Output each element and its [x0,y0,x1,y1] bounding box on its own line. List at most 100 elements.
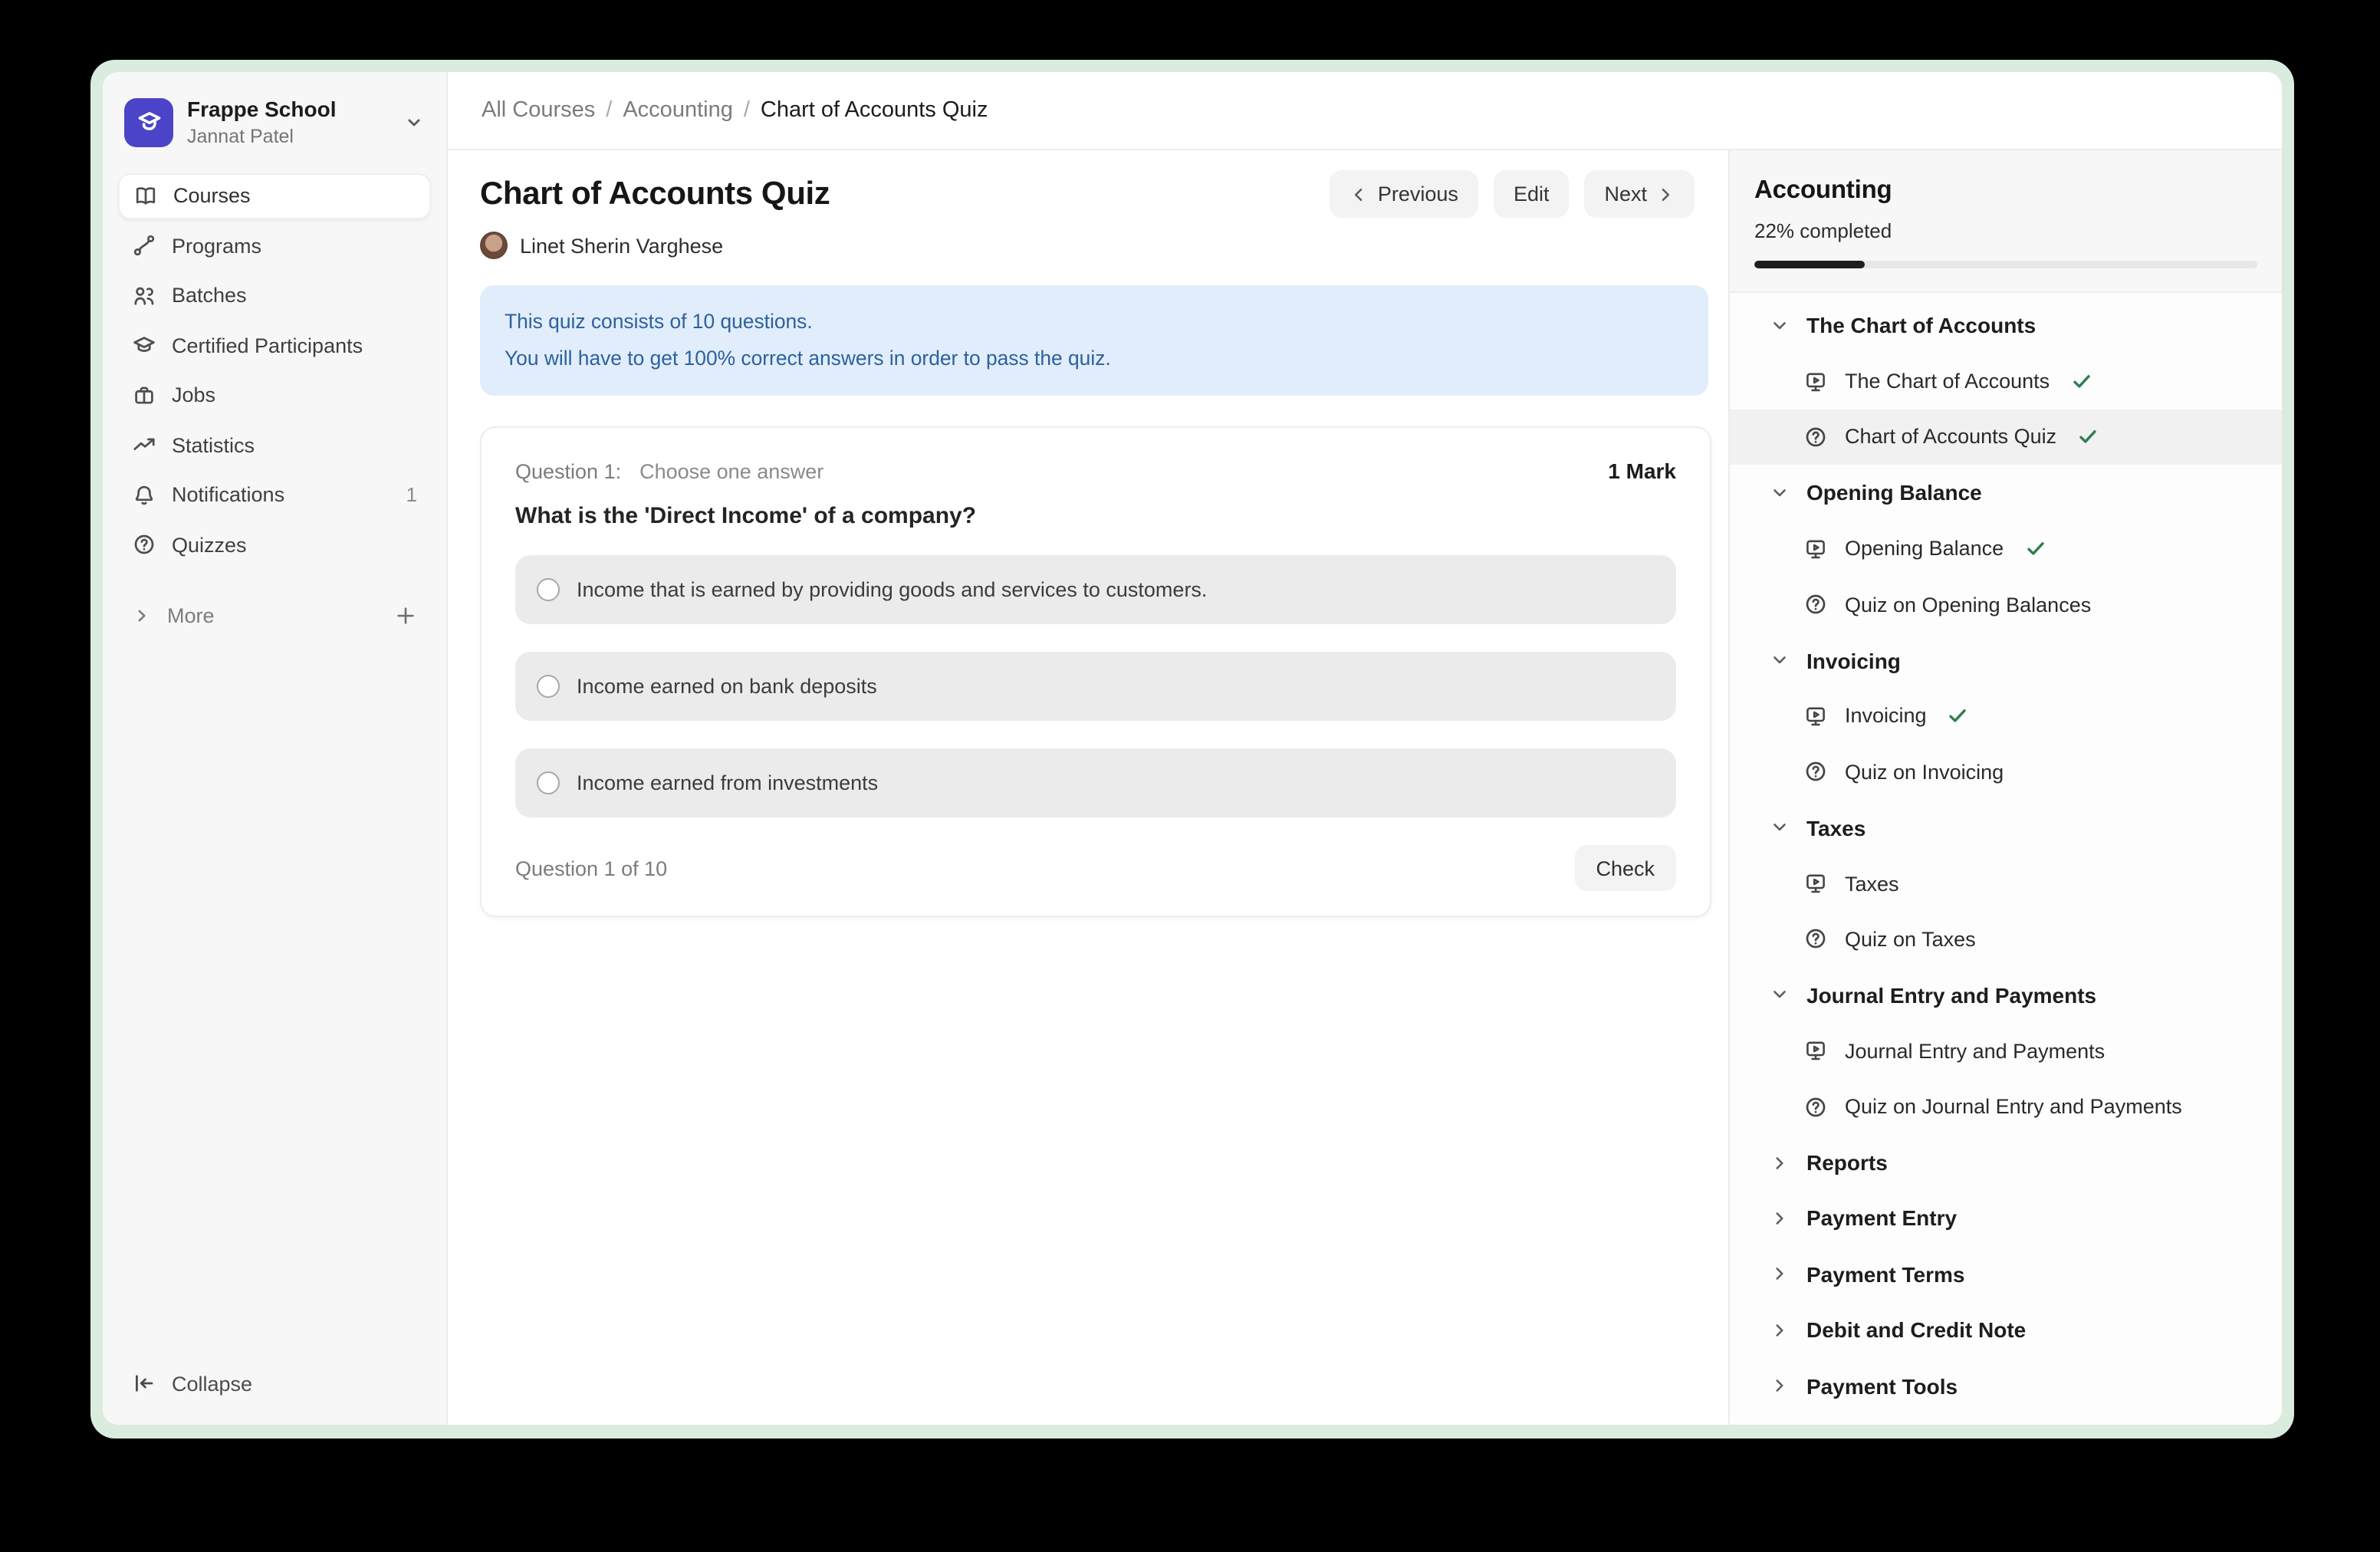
radio-icon[interactable] [537,771,560,794]
author-avatar [480,232,508,259]
quiz-icon [1803,425,1828,449]
outline-section-journal-entry-and-payments[interactable]: Journal Entry and Payments [1730,967,2282,1023]
question-number-label: Question 1: [515,460,621,483]
chevron-right-icon [1770,1320,1790,1340]
notification-count-badge: 1 [406,484,417,507]
breadcrumb-accounting[interactable]: Accounting [623,98,733,123]
radio-icon[interactable] [537,675,560,698]
edit-button[interactable]: Edit [1494,170,1570,218]
chevron-right-icon [1770,1264,1790,1284]
quiz-actions: Previous Edit Next [1330,170,1695,218]
outline-item-quiz-on-opening-balances[interactable]: Quiz on Opening Balances [1730,577,2282,633]
course-panel-header: Accounting 22% completed [1730,150,2282,293]
app-window: Frappe School Jannat Patel Courses Progra… [103,72,2282,1425]
sidebar-item-more[interactable]: More [118,594,431,640]
chevron-right-icon [1770,1376,1790,1396]
chevron-down-icon[interactable] [403,112,425,133]
course-title: Accounting [1754,176,2257,206]
quiz-icon [1803,1094,1828,1119]
sidebar-item-label: Batches [172,284,247,307]
users-icon [132,284,156,308]
bell-icon [132,483,156,508]
collapse-sidebar-icon [132,1371,156,1396]
chevron-right-icon [1770,1208,1790,1228]
school-name: Frappe School [187,97,336,121]
page-title: Chart of Accounts Quiz [480,176,830,212]
outline-section-debit-and-credit-note[interactable]: Debit and Credit Note [1730,1302,2282,1358]
sidebar-item-notifications[interactable]: Notifications1 [118,472,431,518]
radio-icon[interactable] [537,578,560,601]
sidebar-item-programs[interactable]: Programs [118,223,431,269]
outline-section-label: Payment Entry [1806,1206,1957,1231]
course-progress-fill [1754,261,1865,268]
outline-item-quiz-on-taxes[interactable]: Quiz on Taxes [1730,912,2282,968]
previous-button[interactable]: Previous [1330,170,1478,218]
sidebar-item-jobs[interactable]: Jobs [118,373,431,419]
sidebar-item-quizzes[interactable]: Quizzes [118,522,431,568]
outline-item-taxes[interactable]: Taxes [1730,856,2282,912]
chevron-down-icon [1770,985,1790,1005]
sidebar-item-batches[interactable]: Batches [118,273,431,319]
outline-section-payment-terms[interactable]: Payment Terms [1730,1246,2282,1302]
outline-section-payment-tools[interactable]: Payment Tools [1730,1358,2282,1414]
app-window-frame: Frappe School Jannat Patel Courses Progra… [90,60,2294,1439]
outline-item-the-chart-of-accounts[interactable]: The Chart of Accounts [1730,353,2282,409]
quiz-info-banner: This quiz consists of 10 questions. You … [480,285,1708,396]
lesson-icon [1803,1039,1828,1064]
breadcrumb-separator: / [744,98,750,123]
frappe-school-logo-icon [124,98,173,147]
collapse-button[interactable]: Collapse [118,1360,431,1406]
chevron-down-icon [1770,315,1790,335]
completed-check-icon [2069,370,2092,393]
workspace-switcher[interactable]: Frappe School Jannat Patel [118,94,431,152]
outline-section-the-chart-of-accounts[interactable]: The Chart of Accounts [1730,298,2282,353]
outline-section-reports[interactable]: Reports [1730,1135,2282,1191]
completed-check-icon [2023,538,2046,561]
check-button[interactable]: Check [1574,845,1676,891]
lesson-icon [1803,369,1828,393]
sidebar-item-certified-participants[interactable]: Certified Participants [118,323,431,369]
book-open-icon [133,184,158,209]
chevron-down-icon [1770,483,1790,503]
breadcrumb-all-courses[interactable]: All Courses [482,98,595,123]
outline-item-label: The Chart of Accounts [1845,370,2050,393]
chevron-right-icon [132,607,152,626]
outline-item-invoicing[interactable]: Invoicing [1730,688,2282,744]
outline-item-quiz-on-invoicing[interactable]: Quiz on Invoicing [1730,744,2282,800]
outline-item-opening-balance[interactable]: Opening Balance [1730,521,2282,577]
outline-section-payment-entry[interactable]: Payment Entry [1730,1191,2282,1247]
outline-item-label: Taxes [1845,872,1899,895]
outline-section-invoicing[interactable]: Invoicing [1730,633,2282,689]
outline-section-taxes[interactable]: Taxes [1730,800,2282,856]
sidebar-item-label: Quizzes [172,534,247,557]
question-type-hint: Choose one answer [639,460,823,483]
outline-item-journal-entry-and-payments[interactable]: Journal Entry and Payments [1730,1023,2282,1079]
outline-section-label: Payment Terms [1806,1262,1964,1287]
outline-item-chart-of-accounts-quiz[interactable]: Chart of Accounts Quiz [1730,409,2282,465]
outline-section-label: Payment Tools [1806,1373,1958,1398]
outline-section-label: Opening Balance [1806,481,1982,505]
course-progress-bar [1754,261,2257,268]
plus-icon[interactable] [394,605,417,628]
answer-option-2[interactable]: Income earned on bank deposits [515,652,1676,721]
sidebar-item-courses[interactable]: Courses [118,173,431,219]
outline-section-opening-balance[interactable]: Opening Balance [1730,465,2282,521]
question-card: Question 1: Choose one answer 1 Mark Wha… [480,426,1711,917]
sidebar-item-label: Statistics [172,434,255,457]
author-name: Linet Sherin Varghese [520,234,723,257]
sidebar-item-statistics[interactable]: Statistics [118,423,431,469]
outline-item-quiz-on-journal-entry-and-payments[interactable]: Quiz on Journal Entry and Payments [1730,1079,2282,1135]
collapse-label: Collapse [172,1372,252,1395]
banner-line-2: You will have to get 100% correct answer… [505,340,1684,377]
outline-item-label: Invoicing [1845,705,1927,728]
answer-option-3[interactable]: Income earned from investments [515,748,1676,817]
quiz-icon [1803,760,1828,784]
question-progress: Question 1 of 10 [515,857,667,880]
answer-option-1[interactable]: Income that is earned by providing goods… [515,555,1676,624]
next-button[interactable]: Next [1584,170,1695,218]
sidebar-item-label: Programs [172,235,261,258]
lesson-icon [1803,704,1828,728]
chevron-down-icon [1770,817,1790,837]
help-circle-icon [132,533,156,557]
course-progress-text: 22% completed [1754,219,2257,242]
